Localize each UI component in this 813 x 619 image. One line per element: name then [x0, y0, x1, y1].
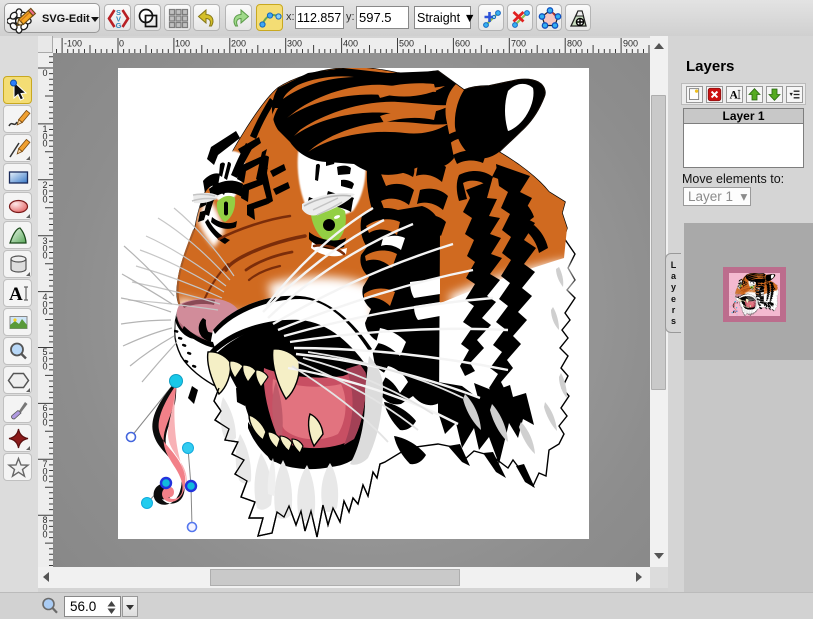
svg-text:A: A	[730, 89, 739, 102]
svg-text:900: 900	[623, 39, 638, 49]
svg-text:500: 500	[42, 347, 47, 372]
svg-text:200: 200	[42, 180, 47, 205]
svg-text:A: A	[9, 284, 23, 305]
svg-text:800: 800	[42, 515, 47, 540]
svg-text:100: 100	[175, 39, 190, 49]
svg-text:700: 700	[511, 39, 526, 49]
svg-text:200: 200	[231, 39, 246, 49]
svg-text:600: 600	[455, 39, 470, 49]
svg-text:400: 400	[42, 292, 47, 317]
svg-text:100: 100	[42, 124, 47, 149]
svg-text:0: 0	[42, 68, 47, 78]
svg-text:400: 400	[343, 39, 358, 49]
svg-text:G: G	[116, 21, 122, 30]
svg-text:500: 500	[399, 39, 414, 49]
svg-text:700: 700	[42, 459, 47, 484]
svg-text:0: 0	[119, 39, 124, 49]
svg-text:300: 300	[287, 39, 302, 49]
svg-text:-100: -100	[64, 39, 82, 49]
svg-text:800: 800	[567, 39, 582, 49]
svg-text:600: 600	[42, 403, 47, 428]
svg-text:300: 300	[42, 236, 47, 261]
